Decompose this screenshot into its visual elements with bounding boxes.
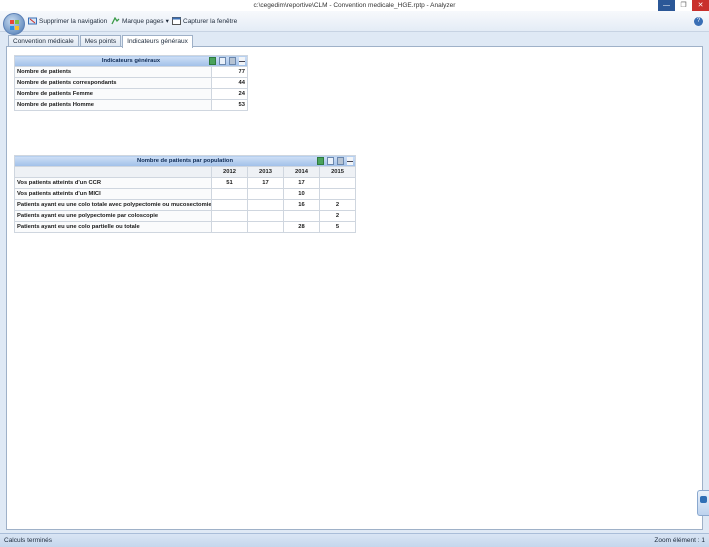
application-menu-button[interactable] (3, 13, 25, 35)
save-icon[interactable] (219, 57, 226, 65)
capture-window-button[interactable]: Capturer la fenêtre (172, 16, 237, 26)
empty-corner-cell (14, 166, 212, 178)
indicator-label: Nombre de patients Femme (14, 88, 212, 100)
app-logo-icon (10, 20, 20, 30)
close-button[interactable]: ✕ (692, 0, 709, 11)
table-row: Vos patients atteints d'un MICI 10 (14, 188, 357, 200)
table-row: Nombre de patients Homme 53 (14, 99, 248, 111)
population-value[interactable] (247, 199, 284, 211)
side-panel-toggle[interactable] (697, 490, 709, 516)
tab-indicateurs-generaux[interactable]: Indicateurs généraux (122, 35, 193, 48)
table-row: Patients ayant eu une colo totale avec p… (14, 199, 357, 211)
population-value[interactable]: 2 (318, 199, 357, 211)
population-value[interactable] (318, 177, 357, 189)
maximize-button[interactable]: ❐ (675, 0, 692, 11)
minimize-panel-icon[interactable] (239, 57, 245, 65)
population-value[interactable] (211, 210, 248, 222)
indicator-value[interactable]: 53 (211, 99, 248, 111)
print-icon[interactable] (229, 57, 236, 65)
capture-window-label: Capturer la fenêtre (183, 17, 238, 25)
export-excel-icon[interactable] (209, 57, 216, 65)
indicateurs-table-title: Indicateurs généraux (101, 58, 161, 64)
year-header-row: 2012 2013 2014 2015 (14, 166, 357, 178)
remove-navigation-button[interactable]: Supprimer la navigation (28, 16, 107, 26)
population-label: Vos patients atteints d'un MICI (14, 188, 212, 200)
population-table-title: Nombre de patients par population (137, 158, 234, 164)
population-value[interactable] (211, 199, 248, 211)
status-text: Calculs terminés (4, 537, 53, 544)
year-column-header: 2014 (283, 166, 320, 178)
remove-navigation-label: Supprimer la navigation (39, 17, 108, 25)
window-title: c:\cegedim\reportive\CLM - Convention me… (253, 2, 456, 9)
status-bar: Calculs terminés Zoom élément : 1 (0, 533, 709, 547)
table-row: Nombre de patients correspondants 44 (14, 77, 248, 89)
table-row: Patients ayant eu une polypectomie par c… (14, 210, 357, 222)
report-panel: Indicateurs généraux Nombre de patients … (6, 46, 703, 530)
population-value[interactable]: 17 (247, 177, 284, 189)
population-value[interactable]: 28 (283, 221, 320, 233)
bookmark-icon (111, 16, 120, 25)
population-value[interactable] (247, 221, 284, 233)
population-value[interactable] (211, 188, 248, 200)
table-row: Patients ayant eu une colo partielle ou … (14, 221, 357, 233)
indicator-label: Nombre de patients correspondants (14, 77, 212, 89)
population-value[interactable] (318, 188, 357, 200)
remove-navigation-icon (28, 17, 37, 25)
zoom-status: Zoom élément : 1 (654, 537, 705, 544)
indicator-value[interactable]: 44 (211, 77, 248, 89)
minimize-panel-icon[interactable] (347, 157, 354, 165)
population-label: Patients ayant eu une colo totale avec p… (14, 199, 212, 211)
population-label: Vos patients atteints d'un CCR (14, 177, 212, 189)
help-icon[interactable]: ? (694, 17, 703, 26)
chevron-down-icon: ▾ (165, 18, 169, 25)
toolbar: Supprimer la navigation Marque pages ▾ C… (0, 11, 709, 35)
year-column-header: 2012 (211, 166, 248, 178)
population-table-tools (317, 157, 354, 165)
population-value[interactable]: 16 (283, 199, 320, 211)
indicator-label: Nombre de patients (14, 66, 212, 78)
indicator-label: Nombre de patients Homme (14, 99, 212, 111)
indicateurs-table: Indicateurs généraux Nombre de patients … (14, 55, 248, 111)
save-icon[interactable] (327, 157, 335, 165)
table-row: Nombre de patients 77 (14, 66, 248, 78)
population-table: Nombre de patients par population 2012 2… (13, 155, 357, 233)
population-value[interactable] (283, 210, 320, 222)
population-value[interactable]: 10 (283, 188, 320, 200)
year-column-header: 2013 (247, 166, 284, 178)
population-value[interactable] (247, 188, 284, 200)
population-table-header: Nombre de patients par population (13, 155, 357, 167)
population-value[interactable] (211, 221, 248, 233)
bookmarks-button[interactable]: Marque pages ▾ (111, 16, 169, 26)
population-label: Patients ayant eu une polypectomie par c… (14, 210, 212, 222)
minimize-button[interactable]: — (658, 0, 675, 11)
indicator-value[interactable]: 24 (211, 88, 248, 100)
print-icon[interactable] (337, 157, 345, 165)
table-row: Vos patients atteints d'un CCR 51 17 17 (14, 177, 357, 189)
indicateurs-table-tools (209, 57, 245, 65)
population-value[interactable]: 2 (318, 210, 357, 222)
window-controls: — ❐ ✕ (658, 0, 709, 11)
bookmarks-label: Marque pages (122, 17, 164, 25)
population-value[interactable] (247, 210, 284, 222)
table-row: Nombre de patients Femme 24 (14, 88, 248, 100)
export-excel-icon[interactable] (317, 157, 325, 165)
chat-icon (700, 496, 707, 503)
indicator-value[interactable]: 77 (211, 66, 248, 78)
population-value[interactable]: 17 (283, 177, 320, 189)
population-value[interactable]: 51 (211, 177, 248, 189)
population-label: Patients ayant eu une colo partielle ou … (14, 221, 212, 233)
year-column-header: 2015 (318, 166, 357, 178)
capture-window-icon (172, 17, 181, 25)
population-value[interactable]: 5 (318, 221, 357, 233)
indicateurs-table-header: Indicateurs généraux (14, 55, 248, 67)
window-titlebar: c:\cegedim\reportive\CLM - Convention me… (0, 0, 709, 11)
